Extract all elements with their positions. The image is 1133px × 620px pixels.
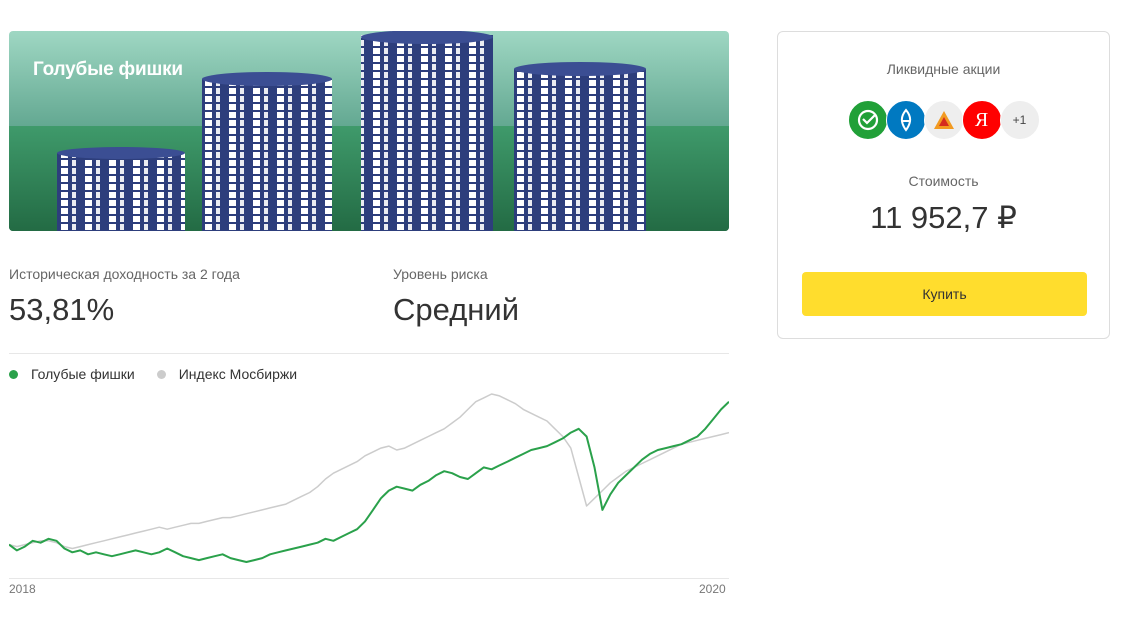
risk-value: Средний <box>393 292 520 327</box>
chart-baseline <box>9 578 729 579</box>
legend-label: Индекс Мосбиржи <box>178 366 298 382</box>
divider <box>9 353 729 354</box>
chart-legend: Голубые фишки Индекс Мосбиржи <box>9 366 319 382</box>
cost-label: Стоимость <box>908 173 979 189</box>
legend-item-moex-index: Индекс Мосбиржи <box>156 366 298 382</box>
x-axis-label-end: 2020 <box>699 582 726 596</box>
lukoil-icon[interactable] <box>923 100 964 140</box>
stock-logos: Я +1 <box>778 100 1109 140</box>
yield-value: 53,81% <box>9 292 115 327</box>
liquid-stocks-label: Ликвидные акции <box>886 61 1001 77</box>
performance-chart <box>9 393 729 563</box>
legend-dot <box>9 369 18 379</box>
purchase-card: Ликвидные акции Я +1 Стоимость 11 952,7 … <box>777 31 1110 339</box>
buy-button[interactable]: Купить <box>802 272 1087 316</box>
x-axis-label-start: 2018 <box>9 582 36 596</box>
series-line-moex-index <box>9 393 729 550</box>
gazprom-icon[interactable] <box>885 100 926 140</box>
collection-banner: Голубые фишки <box>9 31 729 231</box>
yandex-icon[interactable]: Я <box>961 100 1002 140</box>
more-icon[interactable]: +1 <box>999 100 1040 140</box>
legend-label: Голубые фишки <box>31 366 135 382</box>
sberbank-icon[interactable] <box>847 100 888 140</box>
legend-dot <box>156 369 166 379</box>
risk-label: Уровень риска <box>393 266 488 282</box>
cost-value: 11 952,7 ₽ <box>870 200 1017 235</box>
banner-title: Голубые фишки <box>33 59 183 80</box>
legend-item-bluechips: Голубые фишки <box>9 366 135 382</box>
yield-label: Историческая доходность за 2 года <box>9 266 240 282</box>
